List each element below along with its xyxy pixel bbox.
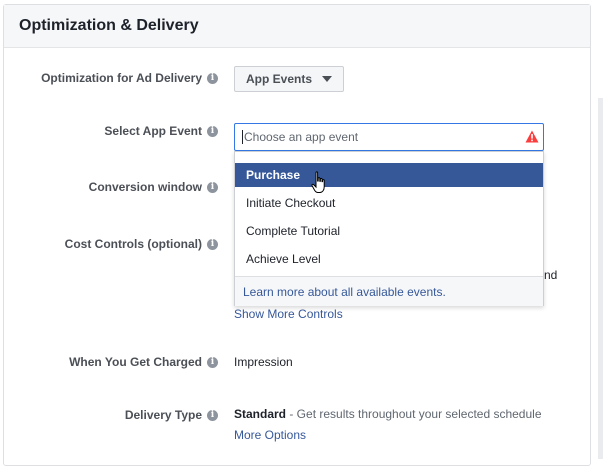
delivery-type-label-text: Delivery Type xyxy=(124,408,202,422)
dropdown-footer: Learn more about all available events. xyxy=(235,276,543,306)
menu-item-complete-tutorial[interactable]: Complete Tutorial xyxy=(235,219,543,243)
delivery-type-standard: Standard xyxy=(234,407,287,421)
info-icon[interactable]: i xyxy=(207,125,218,137)
menu-item-achieve-level[interactable]: Achieve Level xyxy=(235,247,543,271)
info-icon[interactable]: i xyxy=(207,181,218,193)
info-icon[interactable]: i xyxy=(207,356,218,368)
conversion-window-label-text: Conversion window xyxy=(88,180,202,194)
optimization-dropdown-button[interactable]: App Events xyxy=(234,66,344,92)
charged-value: Impression xyxy=(234,355,293,369)
conversion-window-label: Conversion window i xyxy=(89,180,218,194)
menu-item-label: Complete Tutorial xyxy=(246,224,341,238)
panel-header: Optimization & Delivery xyxy=(4,5,590,48)
menu-item-label: Initiate Checkout xyxy=(246,196,336,210)
delivery-type-value: Standard - Get results throughout your s… xyxy=(234,407,542,421)
delivery-type-label: Delivery Type i xyxy=(125,408,218,422)
more-options-link[interactable]: More Options xyxy=(234,428,306,442)
obscured-text-tail: nd xyxy=(544,268,558,282)
info-icon[interactable]: i xyxy=(207,409,218,421)
app-event-label: Select App Event i xyxy=(104,124,218,138)
menu-item-label: Achieve Level xyxy=(246,252,321,266)
scrollbar-track[interactable] xyxy=(598,98,603,459)
charged-label-text: When You Get Charged xyxy=(69,355,202,369)
show-more-controls-link[interactable]: Show More Controls xyxy=(234,307,343,321)
warning-icon xyxy=(525,130,539,143)
app-event-label-text: Select App Event xyxy=(104,124,202,138)
caret-down-icon xyxy=(322,76,333,82)
hand-pointer-icon xyxy=(311,171,325,193)
menu-item-label: Purchase xyxy=(246,168,301,182)
app-event-input[interactable]: Choose an app event xyxy=(234,123,544,151)
menu-item-initiate-checkout[interactable]: Initiate Checkout xyxy=(235,191,543,215)
app-event-dropdown-menu: Purchase Initiate Checkout Complete Tuto… xyxy=(234,151,544,306)
app-event-placeholder: Choose an app event xyxy=(244,130,359,144)
cost-controls-label: Cost Controls (optional) i xyxy=(65,237,218,251)
learn-more-events-link[interactable]: Learn more about all available events. xyxy=(243,285,446,299)
delivery-type-description: - Get results throughout your selected s… xyxy=(286,407,542,421)
text-cursor xyxy=(242,130,243,144)
menu-item-purchase[interactable]: Purchase xyxy=(235,163,543,187)
charged-label: When You Get Charged i xyxy=(69,355,218,369)
optimization-value: App Events xyxy=(246,72,313,86)
optimization-label: Optimization for Ad Delivery i xyxy=(41,71,218,85)
optimization-label-text: Optimization for Ad Delivery xyxy=(41,71,202,85)
panel-title: Optimization & Delivery xyxy=(19,17,199,34)
info-icon[interactable]: i xyxy=(207,72,218,84)
info-icon[interactable]: i xyxy=(207,238,218,250)
cost-controls-label-text: Cost Controls (optional) xyxy=(64,237,202,251)
